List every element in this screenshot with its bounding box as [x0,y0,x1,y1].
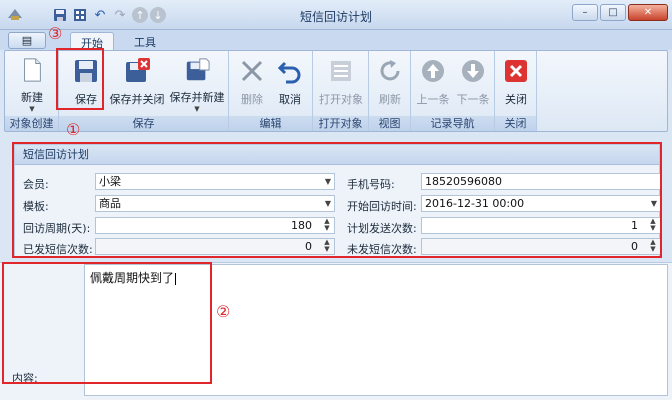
refresh-button-label: 刷新 [379,93,401,106]
annotation-marker-1: ① [66,120,81,139]
open-object-button[interactable]: 打开对象 [317,55,365,113]
undo-arrow-icon [277,61,301,84]
group-open-object: 打开对象 打开对象 [313,51,369,131]
group-view: 刷新 视图 [369,51,411,131]
close-window-button[interactable]: ✕ [628,4,668,21]
group-label: 打开对象 [313,116,368,131]
new-document-icon [24,58,41,82]
group-label: 关闭 [495,116,536,131]
close-button-label: 关闭 [505,93,527,106]
title-bar: ↶ ↷ ↑ ↓ 短信回访计划 – □ ✕ [0,0,672,30]
app-menu-button[interactable]: ▤ [8,32,46,49]
annotation-box-content [2,262,212,384]
delete-x-icon [241,60,263,82]
refresh-button[interactable]: 刷新 [373,55,407,113]
down-arrow-icon [462,60,484,82]
group-close: 关闭 关闭 [495,51,537,131]
group-label: 保存 [59,116,228,131]
chevron-down-icon: ▼ [194,105,200,113]
prev-record-button-label: 上一条 [416,93,450,106]
save-close-icon [126,58,150,82]
next-record-button-label: 下一条 [456,93,490,106]
save-close-button[interactable]: 保存并关闭 [109,55,165,113]
cancel-button-label: 取消 [279,93,301,106]
group-record-nav: 上一条 下一条 记录导航 [411,51,495,131]
save-new-button-label: 保存并新建 [169,91,225,104]
annotation-marker-3: ③ [48,24,63,43]
close-icon [505,60,527,82]
group-object-create: 新建 ▼ 对象创建 [5,51,59,131]
group-label: 记录导航 [411,116,494,131]
group-label: 对象创建 [5,116,58,131]
group-label: 视图 [369,116,410,131]
chevron-down-icon: ▼ [29,105,35,113]
delete-button-label: 删除 [241,93,263,106]
save-new-button[interactable]: 保存并新建 ▼ [169,55,225,113]
new-button-label: 新建 [21,91,43,104]
close-button[interactable]: 关闭 [499,55,533,113]
annotation-box-save [56,48,104,110]
new-button[interactable]: 新建 ▼ [13,55,51,113]
annotation-box-form [12,142,662,258]
tab-tools[interactable]: 工具 [124,32,166,50]
minimize-button[interactable]: – [572,4,598,21]
tab-row: ▤ 开始 工具 [0,30,672,50]
cancel-button[interactable]: 取消 [273,55,307,113]
next-record-button[interactable]: 下一条 [455,55,491,113]
group-label: 编辑 [229,116,312,131]
open-object-icon [331,61,351,81]
group-edit: 删除 取消 编辑 [229,51,313,131]
refresh-icon [380,60,400,81]
prev-record-button[interactable]: 上一条 [415,55,451,113]
up-arrow-icon [422,60,444,82]
delete-button[interactable]: 删除 [235,55,269,113]
save-close-button-label: 保存并关闭 [109,93,165,106]
annotation-marker-2: ② [216,302,231,321]
open-object-button-label: 打开对象 [319,93,363,106]
save-new-icon [186,58,210,81]
maximize-button[interactable]: □ [600,4,626,21]
